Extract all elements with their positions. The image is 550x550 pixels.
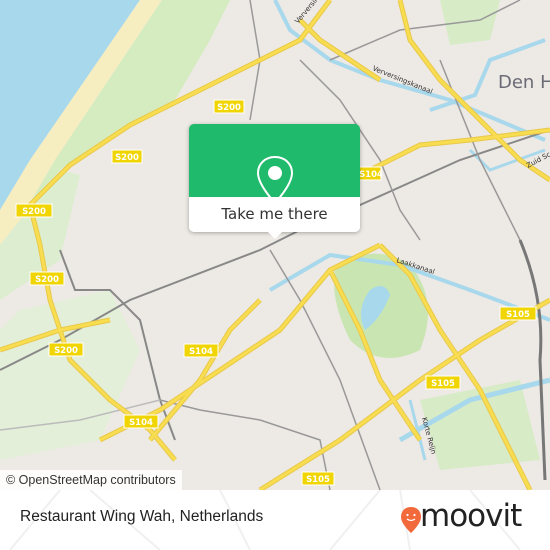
shield-label: S200 (217, 103, 241, 113)
map-canvas: S200 S200 S200 S200 S200 S104 S104 S104 (0, 0, 550, 490)
street-label-verversingskanaal-north: Verversingskanaal (293, 0, 340, 25)
take-me-there-button[interactable]: Take me there (189, 197, 360, 232)
road-shield-s104: S104 (123, 414, 159, 429)
footer-bar: Restaurant Wing Wah, Netherlands moovit (0, 490, 550, 550)
moovit-pin-icon (401, 507, 421, 533)
shield-label: S104 (189, 347, 213, 357)
shield-label: S104 (129, 418, 153, 428)
road-shield-s200: S200 (111, 149, 143, 164)
popup-header (189, 124, 360, 205)
city-label: Den H (498, 72, 550, 93)
shield-label: S105 (506, 310, 530, 320)
road-shield-s200: S200 (213, 99, 245, 114)
road-shield-s104: S104 (183, 343, 219, 358)
shield-label: S105 (431, 379, 455, 389)
brand-name: moovit (420, 498, 522, 534)
map-view[interactable]: S200 S200 S200 S200 S200 S104 S104 S104 (0, 0, 550, 490)
shield-label: S200 (35, 275, 59, 285)
shield-label: S200 (115, 153, 139, 163)
shield-label: S104 (359, 170, 383, 180)
shield-label: S200 (54, 346, 78, 356)
road-shield-s200: S200 (48, 342, 84, 357)
shield-label: S105 (306, 475, 330, 485)
road-shield-s200: S200 (15, 203, 53, 218)
park-north (440, 0, 500, 45)
road-shield-s105: S105 (425, 375, 461, 390)
place-name: Restaurant Wing Wah, Netherlands (20, 508, 264, 525)
popup-pointer (267, 231, 283, 239)
road-shield-s104: S104 (356, 166, 383, 181)
map-attribution[interactable]: © OpenStreetMap contributors (0, 470, 182, 490)
road-shield-s105: S105 (499, 306, 537, 321)
park-southwest (0, 290, 140, 460)
road-shield-s200: S200 (29, 271, 65, 286)
location-popup: Take me there (189, 124, 360, 239)
shield-label: S200 (22, 207, 46, 217)
road-shield-s105: S105 (301, 471, 335, 486)
